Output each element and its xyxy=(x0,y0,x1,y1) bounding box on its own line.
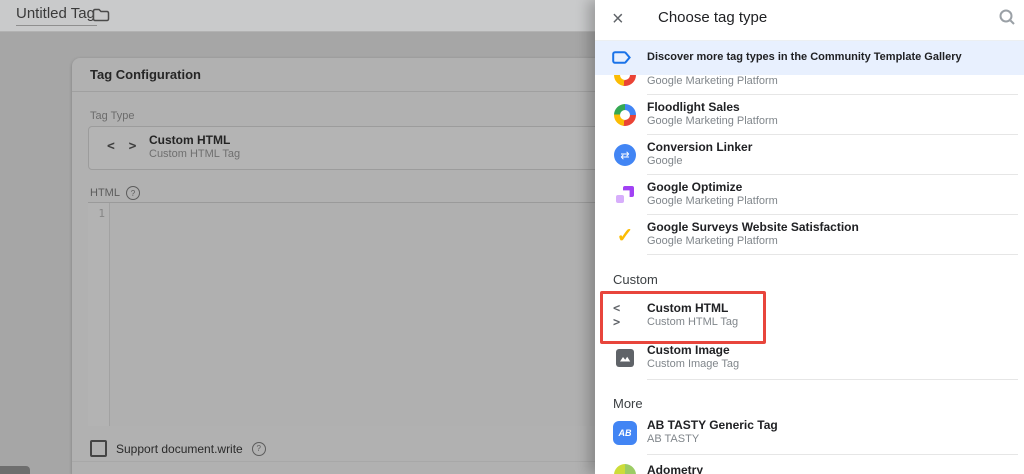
list-item-ab-tasty[interactable]: AB AB TASTY Generic Tag AB TASTY xyxy=(595,413,1024,455)
help-icon[interactable]: ? xyxy=(252,442,266,456)
support-checkbox[interactable] xyxy=(90,440,107,457)
list-item-subtitle: Google Marketing Platform xyxy=(647,235,778,247)
list-item-subtitle: Google xyxy=(647,155,682,167)
code-icon: < > xyxy=(613,303,637,327)
conversion-linker-icon: ⇄ xyxy=(613,143,637,167)
banner-text: Discover more tag types in the Community… xyxy=(647,51,962,63)
list-item-title: Google Surveys Website Satisfaction xyxy=(647,220,859,234)
list-item-title: Conversion Linker xyxy=(647,140,752,154)
community-gallery-banner[interactable]: Discover more tag types in the Community… xyxy=(595,40,1024,75)
list-item-google-surveys[interactable]: ✓ Google Surveys Website Satisfaction Go… xyxy=(595,215,1024,255)
tag-type-label: Tag Type xyxy=(90,110,134,122)
list-item-title: Google Optimize xyxy=(647,180,742,194)
list-item-subtitle: AB TASTY xyxy=(647,433,699,445)
list-item-title: Adometry xyxy=(647,463,703,474)
list-item-subtitle: Custom Image Tag xyxy=(647,358,739,370)
image-icon xyxy=(613,346,637,370)
list-item-title: Custom Image xyxy=(647,343,730,357)
floodlight-ring-icon xyxy=(613,103,637,127)
row-divider xyxy=(647,379,1018,380)
html-field-label: HTML ? xyxy=(90,186,140,200)
bottom-left-ui-fragment xyxy=(0,466,30,474)
line-number: 1 xyxy=(88,203,109,220)
section-header-custom: Custom xyxy=(613,272,658,287)
ab-tasty-icon: AB xyxy=(613,421,637,445)
panel-title: Choose tag type xyxy=(658,9,767,26)
support-checkbox-label: Support document.write xyxy=(116,442,243,456)
tag-name-input[interactable]: Untitled Tag xyxy=(16,5,97,26)
gtm-tag-editor-screen: Untitled Tag Tag Configuration Tag Type … xyxy=(0,0,1024,474)
list-item-google-optimize[interactable]: Google Optimize Google Marketing Platfor… xyxy=(595,175,1024,215)
google-optimize-icon xyxy=(613,183,637,207)
list-item-subtitle: Google Marketing Platform xyxy=(647,75,778,87)
list-item-subtitle: Custom HTML Tag xyxy=(647,316,738,328)
card-title: Tag Configuration xyxy=(90,58,201,91)
list-item-conversion-linker[interactable]: ⇄ Conversion Linker Google xyxy=(595,135,1024,175)
list-item-subtitle: Google Marketing Platform xyxy=(647,115,778,127)
list-item-title: Floodlight Sales xyxy=(647,100,740,114)
list-item-subtitle: Google Marketing Platform xyxy=(647,195,778,207)
row-divider xyxy=(647,94,1018,95)
selected-tag-type-title: Custom HTML xyxy=(149,133,230,147)
panel-header: × Choose tag type xyxy=(595,0,1024,41)
help-icon[interactable]: ? xyxy=(126,186,140,200)
close-icon[interactable]: × xyxy=(612,6,624,32)
surveys-check-icon: ✓ xyxy=(613,223,637,247)
choose-tag-type-panel: × Choose tag type Discover more tag type… xyxy=(595,0,1024,474)
template-gallery-tag-icon xyxy=(612,50,632,70)
adometry-icon xyxy=(613,463,637,474)
list-item-custom-image[interactable]: Custom Image Custom Image Tag xyxy=(595,338,1024,380)
editor-line-gutter: 1 xyxy=(88,203,110,426)
folder-icon[interactable] xyxy=(92,8,110,22)
section-header-more: More xyxy=(613,396,643,411)
support-document-write-row: Support document.write ? xyxy=(90,440,266,457)
html-label-text: HTML xyxy=(90,187,120,199)
list-item-floodlight-sales[interactable]: Floodlight Sales Google Marketing Platfo… xyxy=(595,95,1024,135)
selected-tag-type-subtitle: Custom HTML Tag xyxy=(149,148,240,160)
list-item-title: Custom HTML xyxy=(647,301,728,315)
code-icon: < > xyxy=(107,139,139,154)
list-item-custom-html[interactable]: < > Custom HTML Custom HTML Tag xyxy=(595,294,1024,336)
row-divider xyxy=(647,254,1018,255)
search-icon[interactable] xyxy=(998,8,1016,31)
list-item-adometry-partial[interactable]: Adometry xyxy=(595,455,1024,474)
list-item-title: AB TASTY Generic Tag xyxy=(647,418,778,432)
